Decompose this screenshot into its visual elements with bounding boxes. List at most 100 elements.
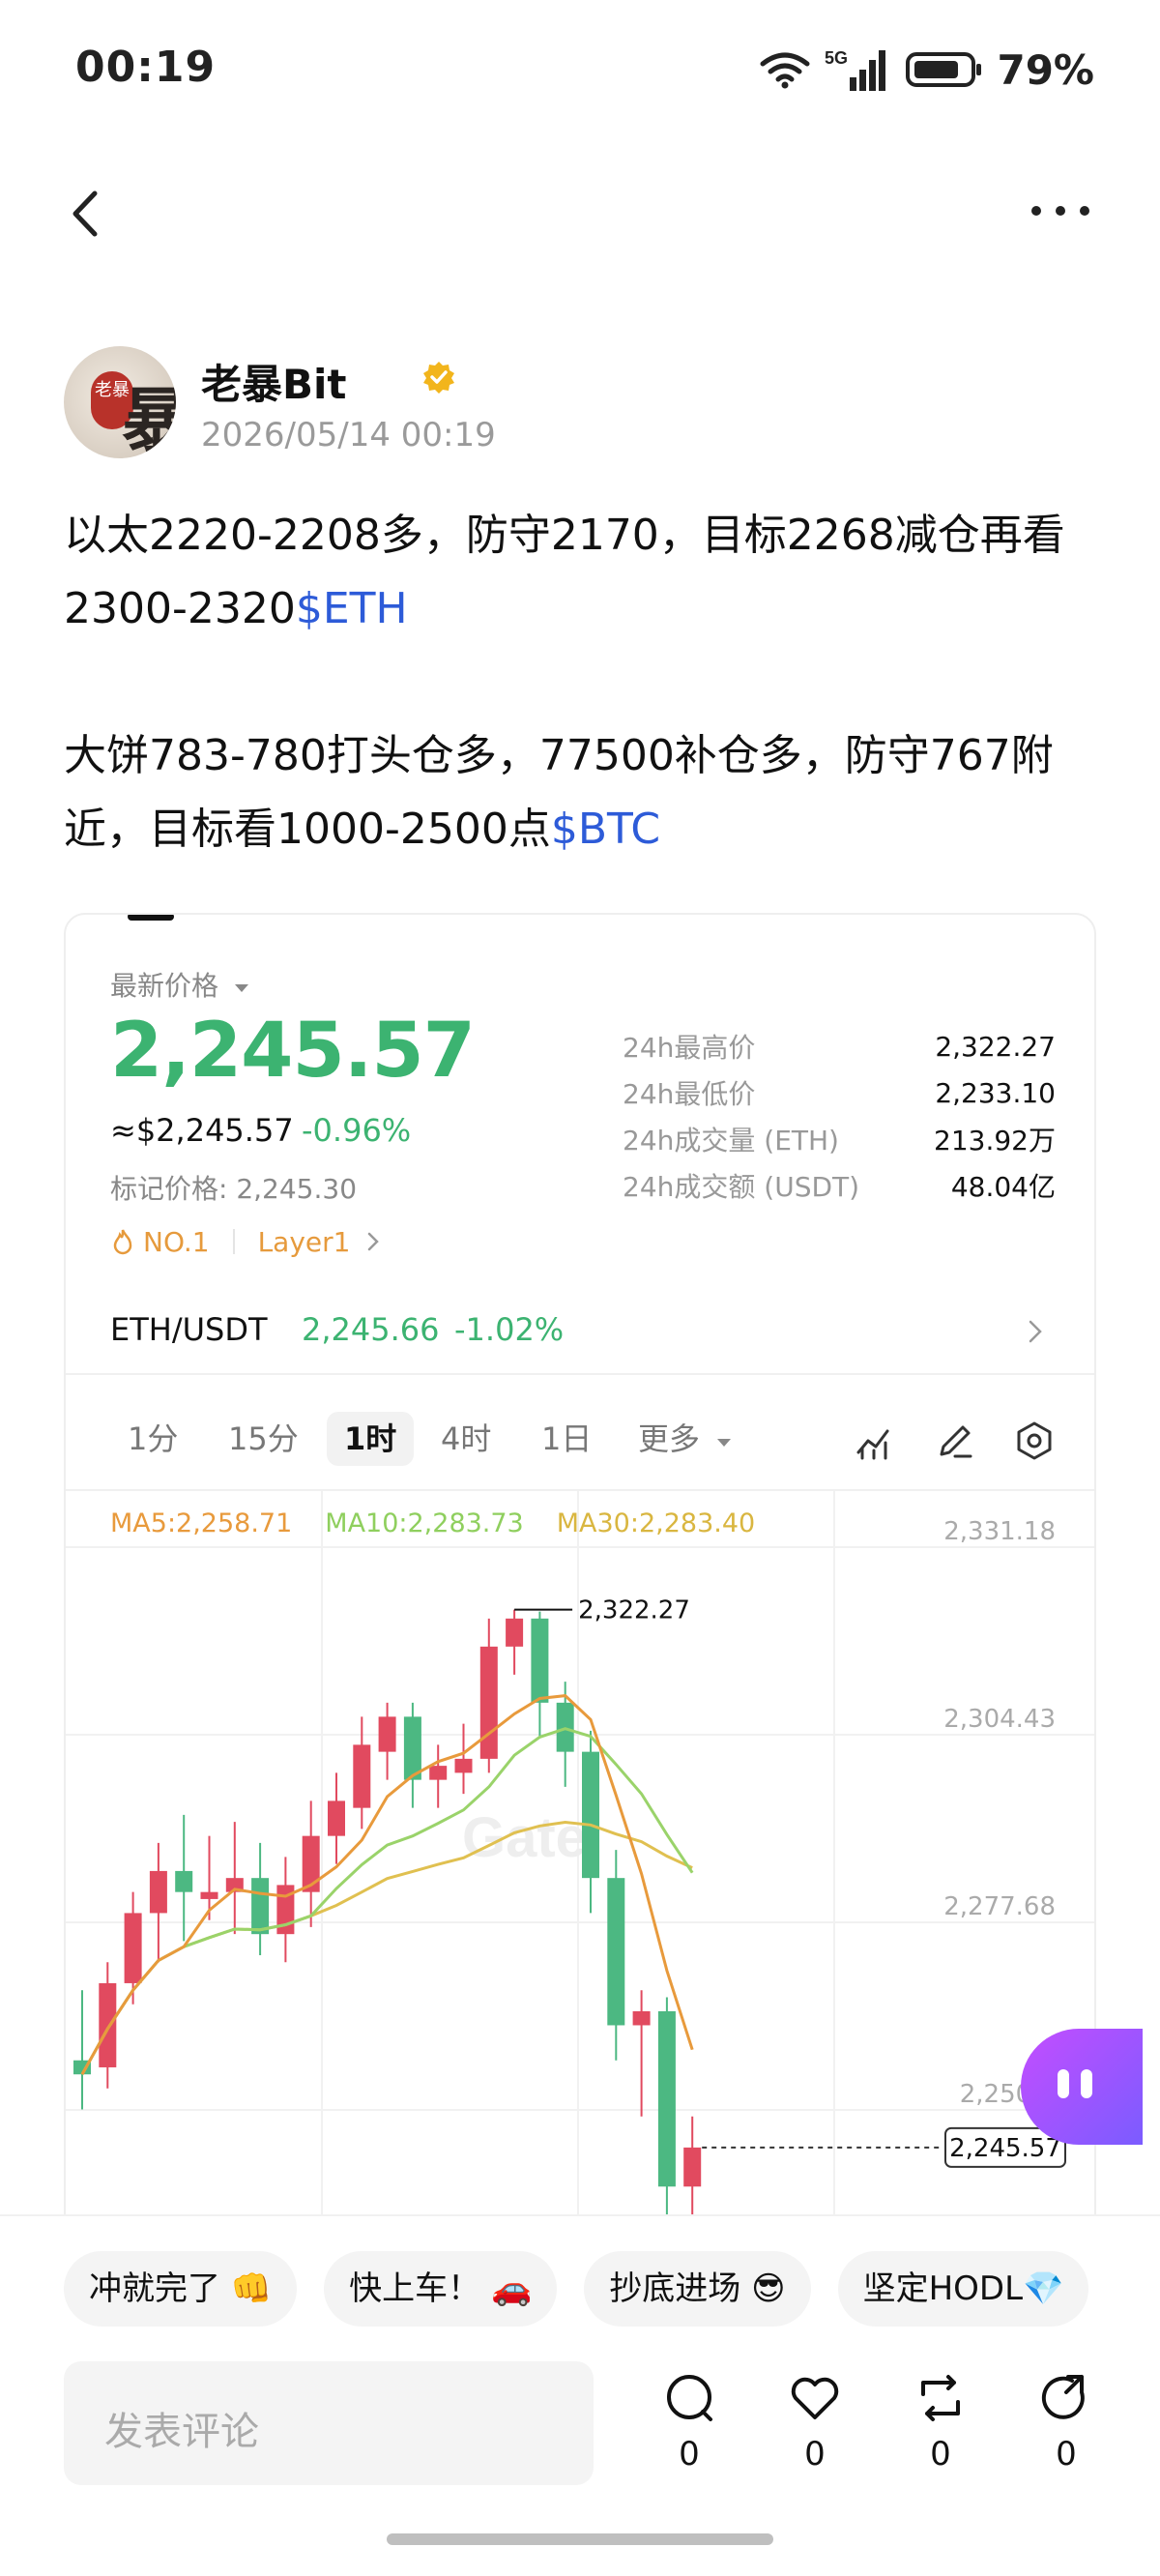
candle-body [149,1870,167,1914]
latest-price-label[interactable]: 最新价格 [110,965,250,1004]
market-card[interactable]: 最新价格 2,245.57 ≈$2,245.57 -0.96% 标记价格: 2,… [64,913,1096,2247]
tab-1d[interactable]: 1日 [524,1412,609,1466]
signal-icon: 5G [825,48,886,91]
post-body: 以太2220-2208多，防守2170，目标2268减仓再看2300-2320$… [64,499,1108,940]
share-icon [1041,2375,1085,2419]
tab-more[interactable]: 更多 [621,1412,750,1466]
ma-legend: MA5:2,258.71 MA10:2,283.73 MA30:2,283.40 [110,1508,755,1538]
card-handle [128,915,174,921]
back-icon[interactable] [54,180,122,248]
ticker-link-eth[interactable]: $ETH [296,584,408,633]
pair-row[interactable]: ETH/USDT 2,245.66 -1.02% [66,1286,1094,1375]
comment-button[interactable]: 0 [646,2369,733,2474]
stats-table: 24h最高价 2,322.27 24h最低价 2,233.10 24h成交量 (ET… [623,1023,1056,1209]
price-change: -0.96% [302,1112,412,1149]
battery-icon [906,52,982,87]
post-paragraph-btc: 大饼783-780打头仓多，77500补仓多，防守767附近，目标看1000-2… [64,719,1108,866]
watermark: Gate [462,1806,587,1869]
repost-icon [921,2375,960,2421]
stat-row-turnover: 24h成交额 (USDT) 48.04亿 [623,1171,1056,1203]
tag-divider [232,1229,235,1254]
quick-reply-row: 冲就完了 👊 快上车！ 🚗 抄底进场 😎 坚定HODL💎 [64,2251,1089,2327]
avatar[interactable]: 老暴 暴 [64,346,176,458]
last-price: 2,245.57 [110,1008,476,1095]
candle-body [582,1751,599,1879]
quick-reply-chip[interactable]: 快上车！ 🚗 [324,2251,558,2327]
tab-1m[interactable]: 1分 [110,1412,195,1466]
candle-body [479,1646,498,1759]
candle-body [506,1618,524,1647]
repost-button[interactable]: 0 [897,2369,984,2474]
candlestick-chart[interactable]: Gate 2,331.18 2,304.43 2,277.68 2,250.9 2,322… [66,1491,1094,2245]
chart-svg: Gate2,331.182,304.432,277.682,250.92,322… [66,1491,1094,2245]
ticker-link-btc[interactable]: $BTC [551,805,660,854]
battery-percent: 79% [997,45,1094,94]
timeframe-bar: 1分 15分 1时 4时 1日 更多 [66,1377,1094,1491]
tab-4h[interactable]: 4时 [423,1412,508,1466]
author-header: 老暴 暴 老暴Bit 2026/05/14 00:19 [64,346,1088,462]
pair-price: 2,245.66 [302,1311,440,1348]
verified-badge-icon [423,362,454,394]
caret-down-icon [717,1439,732,1447]
caret-down-icon [234,984,248,992]
quick-reply-chip[interactable]: 冲就完了 👊 [64,2251,298,2327]
y-tick-label: 2,277.68 [943,1892,1056,1921]
comment-count: 0 [679,2435,700,2474]
ma10-label: MA10:2,283.73 [325,1508,524,1538]
y-tick-label: 2,304.43 [943,1705,1056,1734]
candle-body [403,1716,421,1780]
candle-body [531,1618,549,1703]
status-indicators: 5G 79% [759,43,1094,97]
wifi-icon [760,52,810,89]
like-icon [791,2377,839,2419]
tab-15m[interactable]: 15分 [211,1412,316,1466]
quick-reply-chip[interactable]: 坚定HODL💎 [837,2251,1089,2327]
top-nav [0,164,1160,261]
tag-row: NO.1 Layer1 [110,1222,383,1261]
settings-hex-icon[interactable] [1013,1420,1056,1462]
candle-body [454,1758,473,1773]
bubble-eye-icon [1081,2069,1092,2098]
candle-body [632,2010,651,2026]
y-tick-label: 2,331.18 [943,1517,1056,1546]
candle-body [378,1716,396,1752]
candle-body [607,1878,625,2026]
candle-body [124,1913,142,1983]
candle-body [251,1878,270,1935]
stat-row-volume: 24h成交量 (ETH) 213.92万 [623,1125,1056,1156]
tab-1h[interactable]: 1时 [327,1412,415,1466]
author-name[interactable]: 老暴Bit [201,352,347,411]
indicator-icon[interactable] [855,1420,897,1462]
draw-pencil-icon[interactable] [934,1420,976,1462]
more-dots-icon[interactable] [1027,191,1094,230]
like-button[interactable]: 0 [771,2369,858,2474]
post-text: 以太2220-2208多，防守2170，目标2268减仓再看2300-2320 [64,511,1065,633]
repost-count: 0 [930,2435,951,2474]
ma5-label: MA5:2,258.71 [110,1508,293,1538]
share-button[interactable]: 0 [1023,2369,1110,2474]
network-label: 5G [825,48,848,68]
avatar-ink-glyph: 暴 [122,379,176,458]
status-bar: 00:19 5G 79% [0,0,1160,145]
chevron-right-icon[interactable] [363,1229,383,1254]
mark-price: 标记价格: 2,245.30 [110,1173,358,1205]
comment-input[interactable]: 发表评论 [64,2361,594,2485]
price-usd: ≈$2,245.57 [110,1112,294,1149]
quick-reply-chip[interactable]: 抄底进场 😎 [584,2251,811,2327]
comment-icon [667,2375,712,2421]
candle-body [175,1870,193,1892]
status-time: 00:19 [75,43,217,92]
post-timestamp: 2026/05/14 00:19 [201,416,496,454]
tag-category[interactable]: Layer1 [258,1226,351,1258]
candle-body [353,1744,371,1808]
chevron-right-icon[interactable] [1021,1315,1050,1348]
bubble-eye-icon [1058,2069,1069,2098]
candle-body [683,2147,702,2187]
tag-rank[interactable]: NO.1 [143,1226,210,1258]
like-count: 0 [804,2435,826,2474]
ma30-label: MA30:2,283.40 [556,1508,756,1538]
ma10-line [80,1727,694,2075]
assistant-bubble[interactable] [1021,2029,1143,2145]
flame-icon [113,1229,132,1255]
pair-change: -1.02% [454,1311,565,1348]
